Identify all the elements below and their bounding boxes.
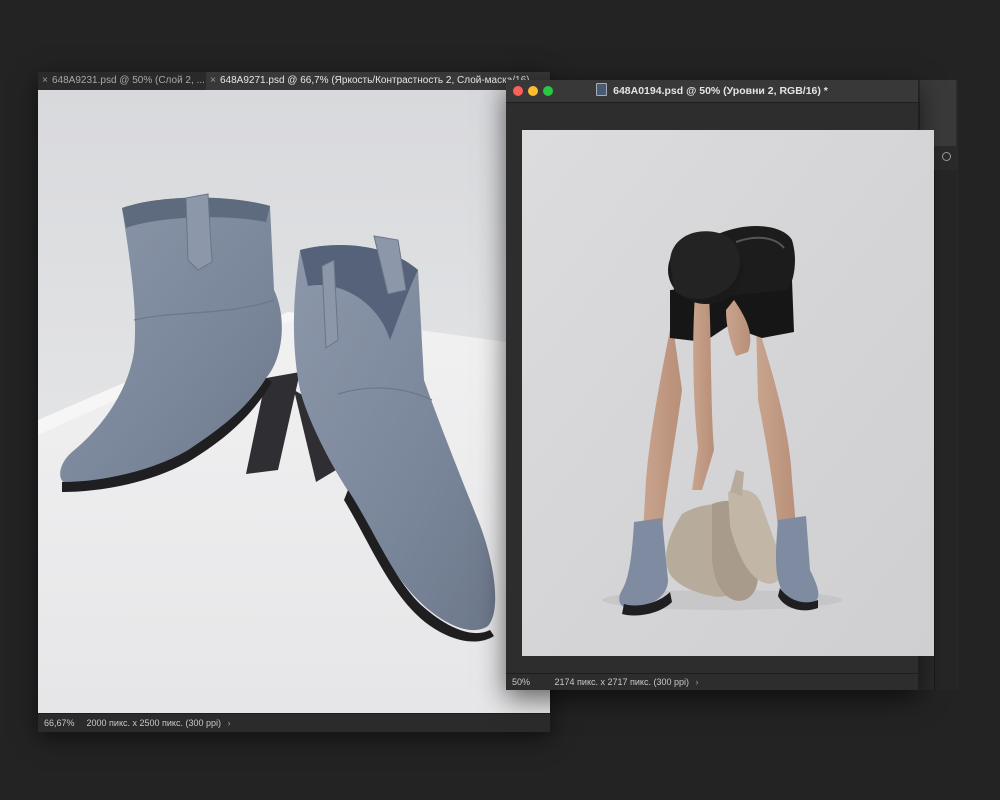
window-title: 648A0194.psd @ 50% (Уровни 2, RGB/16) * [613, 85, 828, 97]
chevron-right-icon[interactable]: › [695, 677, 698, 687]
minimize-window-button[interactable] [528, 86, 538, 96]
tab-label: 648A9271.psd @ 66,7% (Яркость/Контрастно… [220, 75, 530, 86]
window-title-bar[interactable]: 648A0194.psd @ 50% (Уровни 2, RGB/16) * [506, 80, 918, 103]
maximize-window-button[interactable] [543, 86, 553, 96]
document-window-front[interactable]: 648A0194.psd @ 50% (Уровни 2, RGB/16) * [506, 80, 934, 690]
status-bar: 50% 2174 пикс. x 2717 пикс. (300 ppi) › [506, 673, 918, 690]
image-canvas[interactable] [38, 90, 550, 714]
close-icon[interactable]: × [38, 72, 52, 90]
document-dimensions: 2174 пикс. x 2717 пикс. (300 ppi) [554, 677, 689, 687]
zoom-level[interactable]: 66,67% [44, 714, 84, 732]
close-icon[interactable]: × [206, 72, 220, 90]
boots-photo-icon [38, 90, 550, 714]
tab-label: 648A9231.psd @ 50% (Слой 2, ... [52, 75, 205, 86]
image-canvas[interactable] [522, 130, 934, 656]
tab-648A9271[interactable]: × 648A9271.psd @ 66,7% (Яркость/Контрастн… [206, 72, 550, 90]
document-dimensions: 2000 пикс. x 2500 пикс. (300 ppi) [86, 718, 221, 728]
zoom-level[interactable]: 50% [512, 674, 552, 690]
tab-648A9231[interactable]: × 648A9231.psd @ 50% (Слой 2, ... [38, 72, 212, 90]
tab-bar: × 648A9231.psd @ 50% (Слой 2, ... × 648A92… [38, 72, 550, 91]
document-window-back[interactable]: × 648A9231.psd @ 50% (Слой 2, ... × 648A92… [38, 72, 550, 732]
psd-document-icon [596, 83, 608, 96]
panel-scroll[interactable] [934, 170, 959, 690]
chevron-right-icon[interactable]: › [227, 718, 230, 728]
status-bar: 66,67% 2000 пикс. x 2500 пикс. (300 ppi)… [38, 713, 550, 732]
close-window-button[interactable] [513, 86, 523, 96]
model-photo-icon [522, 130, 934, 656]
circle-icon[interactable] [942, 152, 951, 161]
